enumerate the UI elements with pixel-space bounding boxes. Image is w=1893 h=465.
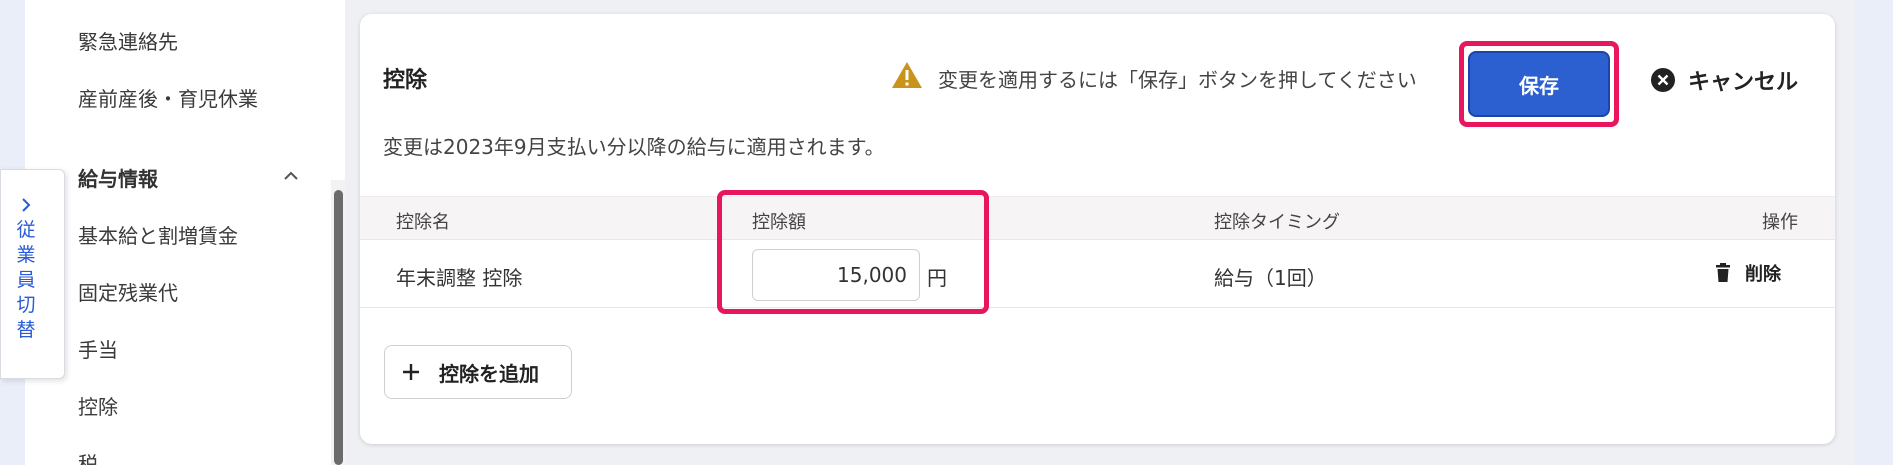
column-header-name: 控除名	[396, 212, 450, 233]
add-deduction-button[interactable]: 控除を追加	[384, 345, 572, 399]
sidebar-item-deduction[interactable]: 控除	[78, 391, 118, 420]
employee-switch-label[interactable]: 従業員切替	[14, 218, 38, 343]
delete-button[interactable]: 削除	[1715, 260, 1781, 286]
close-circle-icon	[1651, 68, 1675, 92]
card-title: 控除	[383, 68, 428, 93]
sidebar-item-tax[interactable]: 税	[78, 448, 98, 465]
sidebar-item-base-salary[interactable]: 基本給と割増賃金	[78, 220, 238, 249]
sidebar-item-childcare-leave[interactable]: 産前産後・育児休業	[78, 83, 258, 112]
cancel-button[interactable]: キャンセル	[1650, 60, 1798, 100]
table-row: 年末調整 控除 円 給与（1回） 削除	[360, 240, 1835, 308]
save-button[interactable]: 保存	[1468, 51, 1610, 117]
chevron-up-icon[interactable]	[283, 168, 299, 184]
chevron-right-icon[interactable]	[18, 196, 34, 214]
deduction-timing: 給与（1回）	[1214, 266, 1327, 290]
warning-icon	[892, 62, 922, 88]
sidebar-section-heading[interactable]: 給与情報	[78, 163, 158, 192]
save-warning-text: 変更を適用するには「保存」ボタンを押してください	[938, 68, 1417, 92]
column-header-timing: 控除タイミング	[1214, 212, 1340, 233]
deduction-name: 年末調整 控除	[396, 266, 523, 290]
sidebar: 緊急連絡先 産前産後・育児休業 給与情報 基本給と割増賃金 固定残業代 手当 控…	[25, 0, 345, 465]
sidebar-item-fixed-overtime[interactable]: 固定残業代	[78, 277, 178, 306]
apply-notice: 変更は2023年9月支払い分以降の給与に適用されます。	[383, 135, 885, 159]
cancel-label: キャンセル	[1688, 70, 1799, 95]
deduction-card: 控除 変更を適用するには「保存」ボタンを押してください 保存 キャンセル 変更は…	[360, 14, 1835, 444]
sidebar-item-allowance[interactable]: 手当	[78, 334, 118, 363]
delete-label: 削除	[1745, 264, 1781, 285]
trash-icon	[1716, 263, 1730, 282]
table-header: 控除名 控除額 控除タイミング 操作	[360, 196, 1835, 240]
plus-icon	[403, 364, 419, 380]
add-deduction-label: 控除を追加	[439, 361, 539, 386]
scrollbar-thumb[interactable]	[334, 190, 343, 465]
right-edge-strip	[1855, 0, 1893, 465]
column-header-action: 操作	[1762, 212, 1798, 233]
amount-highlight-box	[717, 190, 989, 314]
sidebar-item-emergency-contact[interactable]: 緊急連絡先	[78, 26, 178, 55]
